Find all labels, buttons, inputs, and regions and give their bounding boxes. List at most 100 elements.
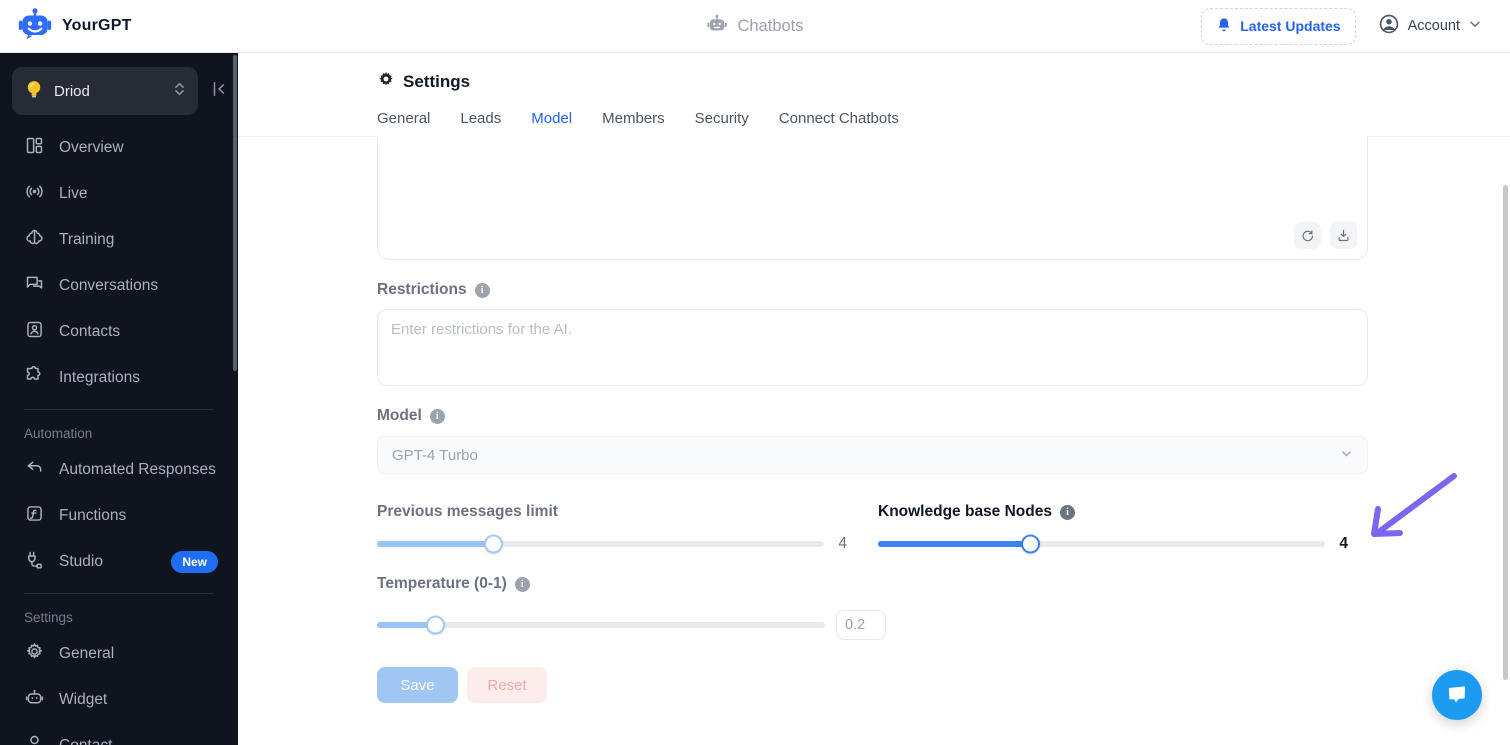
chevron-down-icon [1340,447,1353,464]
previous-messages-value: 4 [838,535,847,552]
new-badge: New [171,551,218,573]
sidebar-item-contact-partial[interactable]: Contact [0,723,238,745]
temperature-slider-row [377,610,886,640]
previous-messages-label-text: Previous messages limit [377,503,558,520]
model-select-value: GPT-4 Turbo [392,446,478,464]
latest-updates-button[interactable]: Latest Updates [1201,7,1356,45]
model-select[interactable]: GPT-4 Turbo [377,436,1368,474]
sidebar-item-label: Conversations [59,277,159,294]
chevron-down-icon [1468,17,1482,35]
reset-button[interactable]: Reset [467,667,547,703]
bell-icon [1216,17,1232,36]
sidebar-item-label: General [59,645,115,662]
knowledge-nodes-label: Knowledge base Nodes i [878,503,1075,521]
previous-messages-slider-row: 4 [377,534,847,554]
previous-messages-label: Previous messages limit [377,503,558,521]
restrictions-input[interactable] [377,309,1368,386]
chat-bubbles-icon [24,273,45,299]
sidebar-item-label: Functions [59,507,127,524]
page-title-text: Settings [403,71,471,91]
temperature-label-text: Temperature (0-1) [377,575,507,592]
page-context-label: Chatbots [737,17,804,35]
refresh-button[interactable] [1294,222,1321,249]
sidebar-item-conversations[interactable]: Conversations [0,263,238,309]
prompt-box-partial [377,136,1368,260]
puzzle-icon [24,365,45,391]
latest-updates-label: Latest Updates [1240,18,1341,34]
knowledge-nodes-slider[interactable] [878,534,1325,554]
sidebar-item-contacts[interactable]: Contacts [0,309,238,355]
return-arrow-icon [24,457,45,483]
temperature-label: Temperature (0-1) i [377,575,530,593]
workspace-selector[interactable]: Driod [12,67,198,115]
sidebar-item-label: Widget [59,691,108,708]
settings-gear-icon [377,70,395,93]
sidebar-item-automated-responses[interactable]: Automated Responses [0,447,238,493]
sidebar-item-label: Overview [59,139,124,156]
chat-widget-button[interactable] [1432,670,1482,720]
sidebar-item-label: Contact [59,737,112,745]
brand[interactable]: YourGPT [0,7,132,46]
save-button[interactable]: Save [377,667,458,703]
model-label-text: Model [377,407,422,424]
sidebar-item-training[interactable]: Training [0,217,238,263]
knowledge-nodes-slider-row: 4 [878,534,1348,554]
section-label-settings: Settings [24,610,73,625]
topbar-right: Latest Updates Account [1201,7,1510,45]
page-title: Settings [377,70,470,93]
brand-name: YourGPT [62,17,132,34]
chat-bubble-icon [1444,681,1470,710]
slider-thumb[interactable] [1020,534,1040,554]
robot-icon [24,687,45,713]
account-menu[interactable]: Account [1378,13,1482,39]
sidebar-item-integrations[interactable]: Integrations [0,355,238,401]
workspace-name: Driod [54,82,90,100]
info-icon[interactable]: i [429,408,445,424]
account-label: Account [1407,18,1460,34]
sidebar-item-label: Contacts [59,323,121,340]
dashboard-icon [24,135,45,161]
restrictions-label: Restrictions i [377,281,490,299]
knowledge-nodes-value: 4 [1339,535,1348,552]
restrictions-label-text: Restrictions [377,281,467,298]
studio-icon [24,549,45,575]
top-header: YourGPT Chatbots Latest Updates Account [0,0,1510,53]
slider-thumb[interactable] [426,615,446,635]
sidebar-item-label: Training [59,231,115,248]
window-scrollbar[interactable] [1503,185,1508,680]
sidebar-item-functions[interactable]: Functions [0,493,238,539]
collapse-sidebar-icon[interactable] [206,80,228,103]
temperature-input[interactable] [836,610,886,640]
temperature-slider[interactable] [377,615,825,635]
person-icon [24,733,45,745]
broadcast-icon [24,181,45,207]
contact-card-icon [24,319,45,345]
sidebar-item-live[interactable]: Live [0,171,238,217]
sidebar-item-widget[interactable]: Widget [0,677,238,723]
info-icon[interactable]: i [474,282,490,298]
sidebar-divider [24,593,214,594]
slider-thumb[interactable] [484,534,504,554]
account-icon [1378,13,1400,39]
yourgpt-logo-icon [18,7,52,46]
sidebar-divider [24,409,214,410]
sidebar-item-label: Live [59,185,88,202]
annotation-arrow [1371,473,1457,537]
lightbulb-icon [24,79,44,104]
chatbot-icon [706,13,728,40]
sidebar-item-general[interactable]: General [0,631,238,677]
sidebar-item-overview[interactable]: Overview [0,125,238,171]
sidebar: Driod Overview Live Training Conversatio… [0,53,238,745]
sidebar-item-label: Studio [59,553,103,570]
sidebar-item-label: Automated Responses [59,461,216,478]
previous-messages-slider[interactable] [377,534,824,554]
brain-icon [24,227,45,253]
sidebar-scrollbar[interactable] [233,55,237,371]
info-icon[interactable]: i [514,576,530,592]
sidebar-item-studio[interactable]: Studio New [0,539,238,585]
form-actions: Save Reset [377,667,547,703]
download-button[interactable] [1330,222,1357,249]
gear-icon [24,641,45,667]
knowledge-nodes-label-text: Knowledge base Nodes [878,503,1052,520]
info-icon[interactable]: i [1059,504,1075,520]
